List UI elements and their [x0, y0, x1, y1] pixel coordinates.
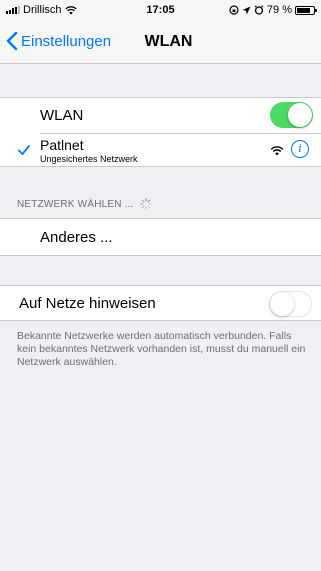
page-title: WLAN [144, 33, 193, 50]
battery-level-fill [297, 7, 310, 13]
wifi-icon [270, 146, 284, 156]
rotation-lock-icon [229, 5, 239, 15]
wlan-label: WLAN [40, 107, 84, 124]
battery-icon [295, 5, 317, 15]
other-network-row[interactable]: Anderes ... [0, 219, 321, 257]
other-network-group: Anderes ... [0, 218, 321, 256]
status-bar: Drillisch 17:05 79 % [0, 0, 321, 20]
ask-to-join-footer: Bekannte Netzwerke werden automatisch ve… [17, 330, 306, 368]
network-name: Patlnet [40, 137, 84, 153]
info-icon[interactable]: i [291, 140, 309, 158]
ask-to-join-toggle[interactable] [269, 291, 312, 317]
wlan-toggle-row: WLAN [0, 98, 321, 133]
status-right: 79 % [229, 4, 317, 16]
connected-network-row[interactable]: Patlnet Ungesichertes Netzwerk i [0, 133, 321, 167]
wlan-toggle[interactable] [270, 102, 313, 128]
choose-network-header: NETZWERK WÄHLEN ... [17, 198, 134, 210]
location-arrow-icon [242, 6, 251, 14]
ask-to-join-label: Auf Netze hinweisen [19, 295, 156, 312]
ask-to-join-row: Auf Netze hinweisen [0, 286, 321, 322]
alarm-icon [254, 5, 264, 15]
battery-percent: 79 % [266, 4, 292, 16]
wlan-group: WLAN Patlnet Ungesichertes Netzwerk i [0, 97, 321, 167]
section-header: NETZWERK WÄHLEN ... [17, 198, 152, 210]
navigation-bar: Einstellungen WLAN [0, 20, 321, 64]
other-network-label: Anderes ... [40, 229, 113, 246]
checkmark-icon [18, 145, 30, 155]
ask-to-join-group: Auf Netze hinweisen [0, 285, 321, 321]
network-subtitle: Ungesichertes Netzwerk [40, 154, 138, 164]
activity-spinner-icon [139, 198, 152, 210]
